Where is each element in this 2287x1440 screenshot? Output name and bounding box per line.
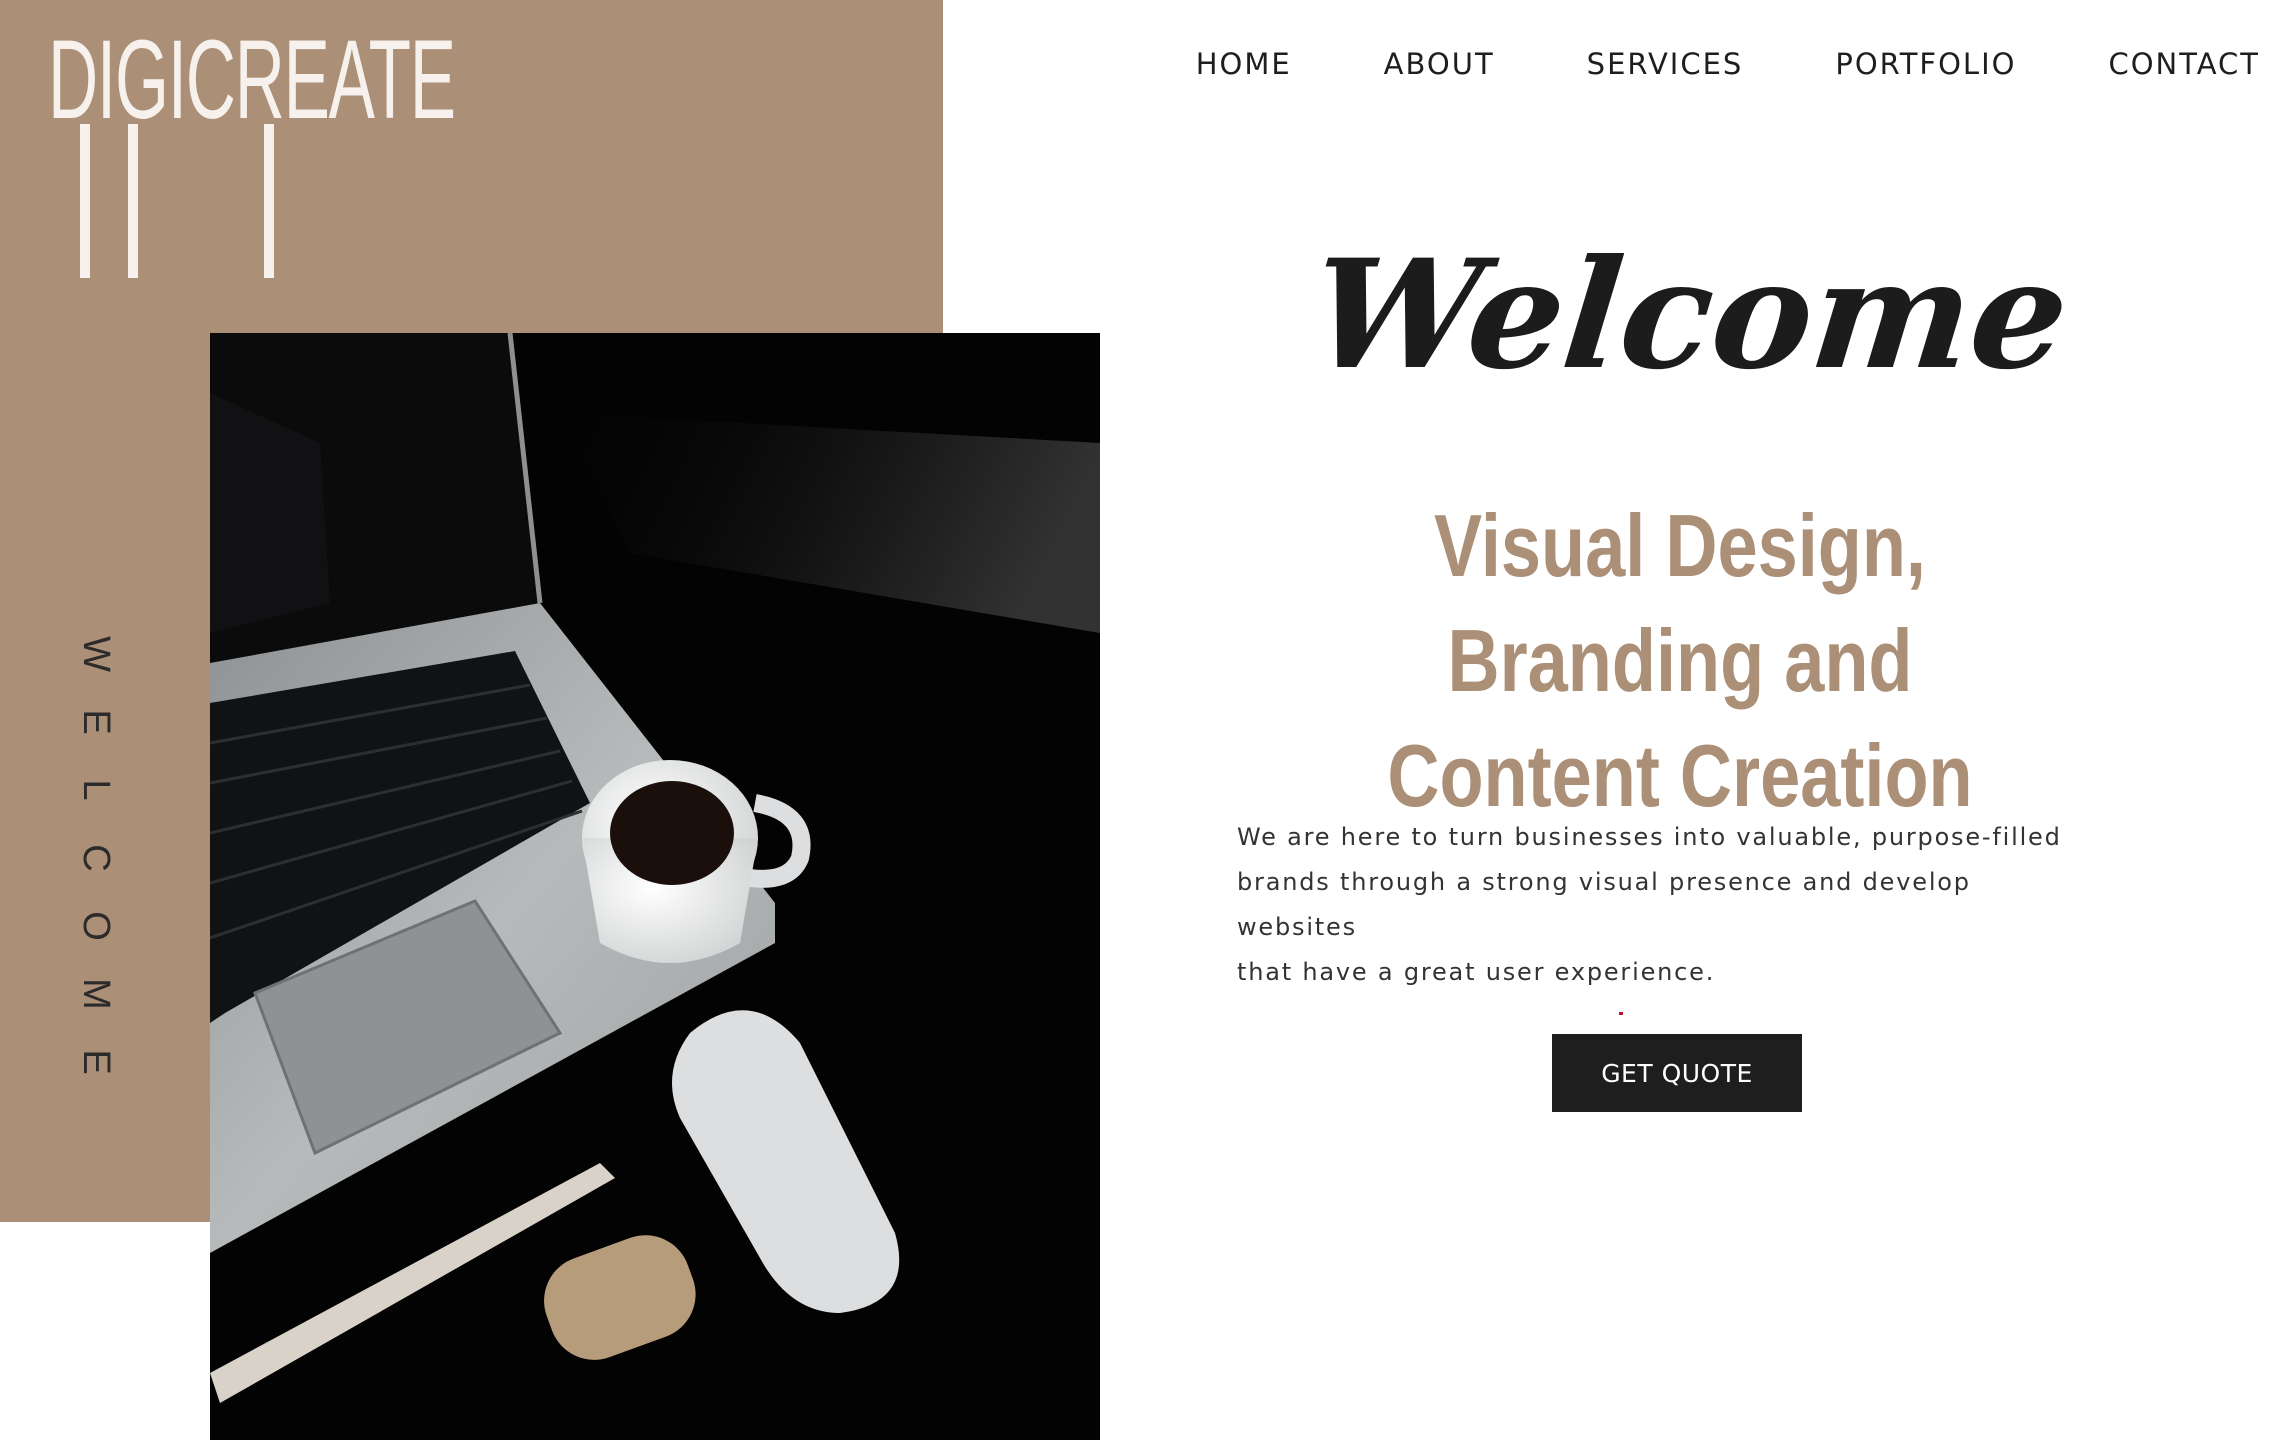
nav-portfolio[interactable]: PORTFOLIO <box>1835 44 2016 84</box>
vertical-welcome-letter: C <box>75 844 117 872</box>
laptop-desk-image <box>210 333 1100 1440</box>
hero-headline: Visual Design, Branding and Content Crea… <box>1319 488 2041 833</box>
description-line-3: that have a great user experience. <box>1237 958 1716 986</box>
main-nav: HOME ABOUT SERVICES PORTFOLIO CONTACT <box>1104 44 2260 84</box>
nav-contact[interactable]: CONTACT <box>2108 44 2260 84</box>
vertical-welcome-letter: W <box>75 636 117 672</box>
logo-drip-bar <box>80 124 90 278</box>
vertical-welcome-letter: E <box>75 1049 117 1075</box>
vertical-welcome-letter: M <box>75 978 117 1010</box>
welcome-script-title: Welcome <box>1303 227 2077 403</box>
nav-services[interactable]: SERVICES <box>1587 44 1744 84</box>
brand-logo[interactable]: DIGICREATE <box>48 24 456 278</box>
vertical-welcome-letter: E <box>75 709 117 735</box>
decorative-dot <box>1619 1012 1623 1015</box>
nav-home[interactable]: HOME <box>1196 44 1292 84</box>
logo-drip-bar <box>128 124 138 278</box>
vertical-welcome-letter: O <box>75 911 117 941</box>
vertical-welcome-letter: L <box>75 779 117 801</box>
hero-description: We are here to turn businesses into valu… <box>1237 815 2097 995</box>
logo-drip-bar <box>264 124 274 278</box>
hero-photo <box>210 333 1100 1440</box>
headline-line-1: Visual Design, Branding and <box>1434 496 1926 710</box>
nav-about[interactable]: ABOUT <box>1384 44 1495 84</box>
get-quote-button[interactable]: GET QUOTE <box>1552 1034 1802 1112</box>
description-line-2: brands through a strong visual presence … <box>1237 868 1971 941</box>
logo-wordmark: DIGICREATE <box>48 17 456 142</box>
description-line-1: We are here to turn businesses into valu… <box>1237 823 2062 851</box>
vertical-welcome-label: W E L C O M E <box>62 620 117 1096</box>
